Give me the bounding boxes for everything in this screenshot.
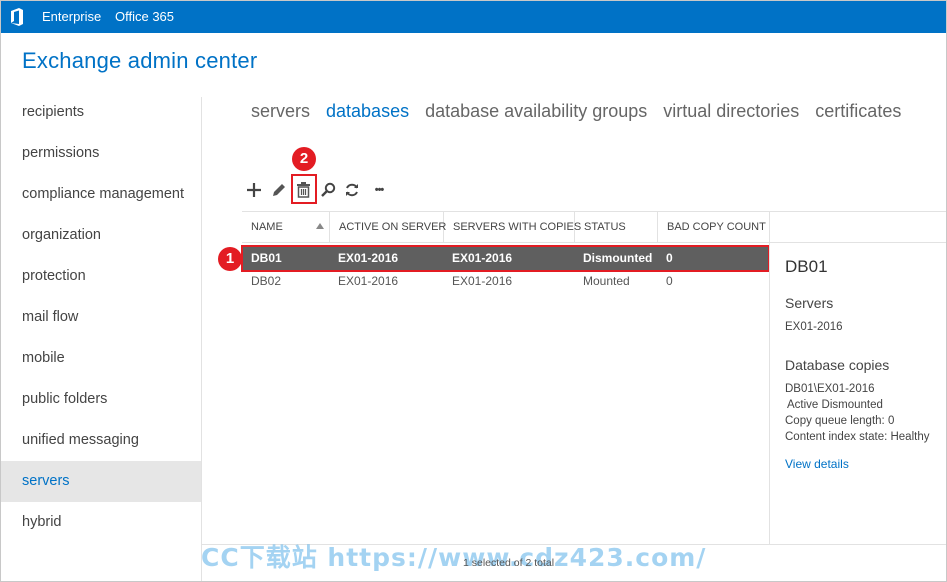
sidebar-item-mobile[interactable]: mobile xyxy=(1,338,201,379)
office365-link[interactable]: Office 365 xyxy=(115,1,174,33)
sidebar: recipients permissions compliance manage… xyxy=(1,92,201,543)
refresh-icon[interactable] xyxy=(341,179,363,201)
top-bar: Enterprise Office 365 xyxy=(1,1,946,33)
sidebar-item-unified-messaging[interactable]: unified messaging xyxy=(1,420,201,461)
table-row[interactable]: DB02 EX01-2016 EX01-2016 Mounted 0 xyxy=(242,270,769,293)
cell-name: DB02 xyxy=(251,274,282,288)
details-divider xyxy=(769,211,770,544)
column-header-name-label: NAME xyxy=(251,221,283,233)
cell-active-server: EX01-2016 xyxy=(338,274,399,288)
sidebar-item-public-folders[interactable]: public folders xyxy=(1,379,201,420)
tab-certificates[interactable]: certificates xyxy=(815,101,901,122)
delete-icon[interactable] xyxy=(292,179,314,201)
enterprise-link[interactable]: Enterprise xyxy=(42,1,101,33)
table-header: NAME ACTIVE ON SERVER SERVERS WITH COPIE… xyxy=(242,211,946,243)
servers-value: EX01-2016 xyxy=(785,321,843,333)
status-bar: 1 selected of 2 total xyxy=(463,557,555,569)
sidebar-item-recipients[interactable]: recipients xyxy=(1,92,201,133)
sidebar-item-permissions[interactable]: permissions xyxy=(1,133,201,174)
details-title: DB01 xyxy=(785,257,828,276)
step-marker-1: 1 xyxy=(218,247,242,271)
sidebar-item-mail-flow[interactable]: mail flow xyxy=(1,297,201,338)
copy-status: Active Dismounted xyxy=(787,399,883,411)
column-header-bad-copy-count[interactable]: BAD COPY COUNT xyxy=(658,212,770,242)
copy-name: DB01\EX01-2016 xyxy=(785,383,875,395)
app-window: Enterprise Office 365 Exchange admin cen… xyxy=(0,0,947,582)
cell-bad-copy-count: 0 xyxy=(666,274,673,288)
tab-virtual-directories[interactable]: virtual directories xyxy=(663,101,799,122)
sidebar-item-protection[interactable]: protection xyxy=(1,256,201,297)
column-header-servers-with-copies[interactable]: SERVERS WITH COPIES xyxy=(444,212,581,242)
sort-ascending-icon xyxy=(316,223,324,229)
cell-status: Mounted xyxy=(583,274,630,288)
tab-bar: servers databases database availability gr… xyxy=(251,101,917,127)
watermark: CC下载站 https://www.cdz423.com/ xyxy=(201,543,707,572)
servers-heading: Servers xyxy=(785,295,834,311)
sidebar-divider xyxy=(201,97,202,581)
view-details-link[interactable]: View details xyxy=(785,457,945,471)
copy-queue-length: Copy queue length: 0 xyxy=(785,415,895,427)
step-marker-2: 2 xyxy=(292,147,316,171)
office-logo-icon[interactable] xyxy=(7,7,27,27)
tab-databases[interactable]: databases xyxy=(326,101,409,122)
tab-database-availability-groups[interactable]: database availability groups xyxy=(425,101,647,122)
cell-servers-with-copies: EX01-2016 xyxy=(452,274,513,288)
sidebar-item-organization[interactable]: organization xyxy=(1,215,201,256)
column-header-status[interactable]: STATUS xyxy=(575,212,658,242)
column-header-active-on-server[interactable]: ACTIVE ON SERVER xyxy=(330,212,446,242)
content-index-state: Content index state: Healthy xyxy=(785,431,930,443)
tab-servers[interactable]: servers xyxy=(251,101,310,122)
more-icon[interactable]: ••• xyxy=(368,179,390,201)
details-pane: DB01 Servers EX01-2016 Database copies D… xyxy=(785,251,945,471)
sidebar-item-compliance-management[interactable]: compliance management xyxy=(1,174,201,215)
edit-icon[interactable] xyxy=(268,179,290,201)
add-icon[interactable] xyxy=(243,179,265,201)
database-copies-heading: Database copies xyxy=(785,357,890,373)
row-highlight-box xyxy=(241,245,770,272)
sidebar-item-hybrid[interactable]: hybrid xyxy=(1,502,201,543)
search-icon[interactable] xyxy=(317,179,339,201)
column-header-name[interactable]: NAME xyxy=(242,212,330,242)
sidebar-item-servers[interactable]: servers xyxy=(1,461,201,502)
page-title: Exchange admin center xyxy=(22,48,258,73)
